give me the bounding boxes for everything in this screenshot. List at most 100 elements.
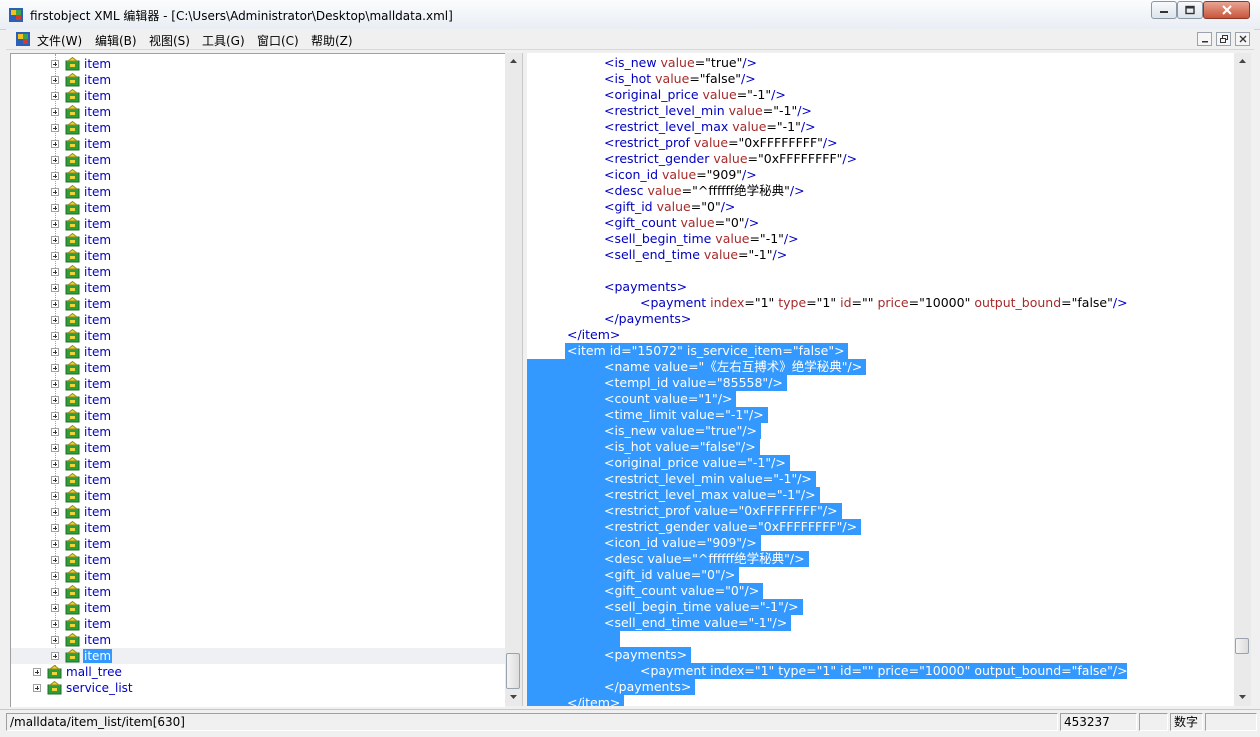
expand-icon[interactable] [51, 380, 59, 388]
expand-icon[interactable] [51, 588, 59, 596]
tree-item[interactable]: item [11, 440, 505, 456]
expand-icon[interactable] [51, 540, 59, 548]
tree-item[interactable]: item [11, 152, 505, 168]
menu-window[interactable]: 窗口(C) [257, 32, 299, 49]
expand-icon[interactable] [51, 92, 59, 100]
tree-item[interactable]: item [11, 616, 505, 632]
tree-scrollbar[interactable] [505, 53, 522, 706]
tree-node-mall-tree[interactable]: mall_tree [11, 664, 505, 680]
close-button[interactable] [1203, 1, 1250, 19]
expand-icon[interactable] [51, 524, 59, 532]
xml-line[interactable]: <sell_begin_time value="-1"/> [527, 231, 1234, 247]
tree-item[interactable]: item [11, 200, 505, 216]
expand-icon[interactable] [51, 364, 59, 372]
tree-item[interactable]: item [11, 488, 505, 504]
tree-item[interactable]: item [11, 584, 505, 600]
xml-line[interactable]: <name value="《左右互搏术》绝学秘典"/> [527, 359, 1234, 375]
tree-view[interactable]: item item item item item item item item item item… [10, 53, 505, 707]
expand-icon[interactable] [51, 428, 59, 436]
expand-icon[interactable] [51, 220, 59, 228]
xml-line[interactable]: <original_price value="-1"/> [527, 455, 1234, 471]
xml-line[interactable]: <restrict_gender value="0xFFFFFFFF"/> [527, 519, 1234, 535]
expand-icon[interactable] [51, 140, 59, 148]
tree-item[interactable]: item [11, 392, 505, 408]
xml-line[interactable]: <is_hot value="false"/> [527, 71, 1234, 87]
tree-item[interactable]: item [11, 168, 505, 184]
maximize-button[interactable] [1177, 1, 1203, 19]
menu-tools[interactable]: 工具(G) [202, 32, 245, 49]
resize-grip[interactable] [1205, 713, 1257, 731]
child-close-button[interactable] [1235, 32, 1250, 46]
xml-line[interactable]: <restrict_level_min value="-1"/> [527, 103, 1234, 119]
expand-icon[interactable] [51, 332, 59, 340]
menu-view[interactable]: 视图(S) [149, 32, 190, 49]
expand-icon[interactable] [51, 652, 59, 660]
expand-icon[interactable] [51, 620, 59, 628]
xml-line[interactable]: <original_price value="-1"/> [527, 87, 1234, 103]
menu-file[interactable]: 文件(W) [37, 32, 82, 49]
xml-line[interactable]: <desc value="^ffffff绝学秘典"/> [527, 183, 1234, 199]
expand-icon[interactable] [51, 268, 59, 276]
expand-icon[interactable] [51, 236, 59, 244]
xml-line[interactable]: <is_hot value="false"/> [527, 439, 1234, 455]
tree-item[interactable]: item [11, 600, 505, 616]
xml-line[interactable]: <icon_id value="909"/> [527, 535, 1234, 551]
menu-help[interactable]: 帮助(Z) [311, 32, 353, 49]
expand-icon[interactable] [51, 396, 59, 404]
xml-line[interactable]: <payments> [527, 647, 1234, 663]
xml-line[interactable]: <count value="1"/> [527, 391, 1234, 407]
scroll-up-arrow[interactable] [505, 53, 522, 70]
xml-line[interactable]: <desc value="^ffffff绝学秘典"/> [527, 551, 1234, 567]
expand-icon[interactable] [51, 300, 59, 308]
scroll-down-arrow[interactable] [1234, 689, 1251, 706]
menu-edit[interactable]: 编辑(B) [95, 32, 137, 49]
tree-item[interactable]: item [11, 632, 505, 648]
expand-icon[interactable] [51, 252, 59, 260]
xml-line[interactable]: <sell_end_time value="-1"/> [527, 615, 1234, 631]
xml-line[interactable]: <restrict_level_max value="-1"/> [527, 487, 1234, 503]
expand-icon[interactable] [51, 108, 59, 116]
expand-icon[interactable] [51, 284, 59, 292]
xml-line[interactable]: </item> [527, 695, 1234, 706]
tree-item[interactable]: item [11, 184, 505, 200]
tree-item[interactable]: item [11, 360, 505, 376]
tree-item[interactable]: item [11, 472, 505, 488]
expand-icon[interactable] [51, 204, 59, 212]
tree-item[interactable]: item [11, 248, 505, 264]
tree-item[interactable]: item [11, 568, 505, 584]
xml-line[interactable]: <restrict_prof value="0xFFFFFFFF"/> [527, 503, 1234, 519]
xml-line[interactable]: <is_new value="true"/> [527, 55, 1234, 71]
xml-line[interactable]: <restrict_gender value="0xFFFFFFFF"/> [527, 151, 1234, 167]
xml-editor[interactable]: <is_new value="true"/> <is_hot value="fal… [527, 53, 1234, 706]
xml-line[interactable] [527, 263, 1234, 279]
xml-line[interactable]: <is_new value="true"/> [527, 423, 1234, 439]
expand-icon[interactable] [51, 188, 59, 196]
expand-icon[interactable] [51, 124, 59, 132]
expand-icon[interactable] [51, 636, 59, 644]
title-bar[interactable]: firstobject XML 编辑器 - [C:\Users\Administ… [0, 0, 1260, 30]
expand-icon[interactable] [51, 460, 59, 468]
expand-icon[interactable] [51, 316, 59, 324]
expand-icon[interactable] [51, 412, 59, 420]
expand-icon[interactable] [51, 172, 59, 180]
tree-item[interactable]: item [11, 56, 505, 72]
tree-item[interactable]: item [11, 72, 505, 88]
tree-item[interactable]: item [11, 280, 505, 296]
expand-icon[interactable] [51, 556, 59, 564]
tree-item[interactable]: item [11, 216, 505, 232]
xml-line[interactable]: <restrict_level_max value="-1"/> [527, 119, 1234, 135]
xml-line[interactable]: <templ_id value="85558"/> [527, 375, 1234, 391]
xml-line[interactable]: <restrict_prof value="0xFFFFFFFF"/> [527, 135, 1234, 151]
xml-line[interactable]: <restrict_level_min value="-1"/> [527, 471, 1234, 487]
expand-icon[interactable] [51, 60, 59, 68]
xml-line[interactable]: <sell_end_time value="-1"/> [527, 247, 1234, 263]
xml-line[interactable]: </payments> [527, 311, 1234, 327]
expand-icon[interactable] [51, 444, 59, 452]
tree-item[interactable]: item [11, 408, 505, 424]
xml-line[interactable]: <payments> [527, 279, 1234, 295]
xml-line[interactable]: <gift_count value="0"/> [527, 583, 1234, 599]
tree-item[interactable]: item [11, 120, 505, 136]
expand-icon[interactable] [51, 76, 59, 84]
tree-item[interactable]: item [11, 376, 505, 392]
xml-line[interactable]: <icon_id value="909"/> [527, 167, 1234, 183]
